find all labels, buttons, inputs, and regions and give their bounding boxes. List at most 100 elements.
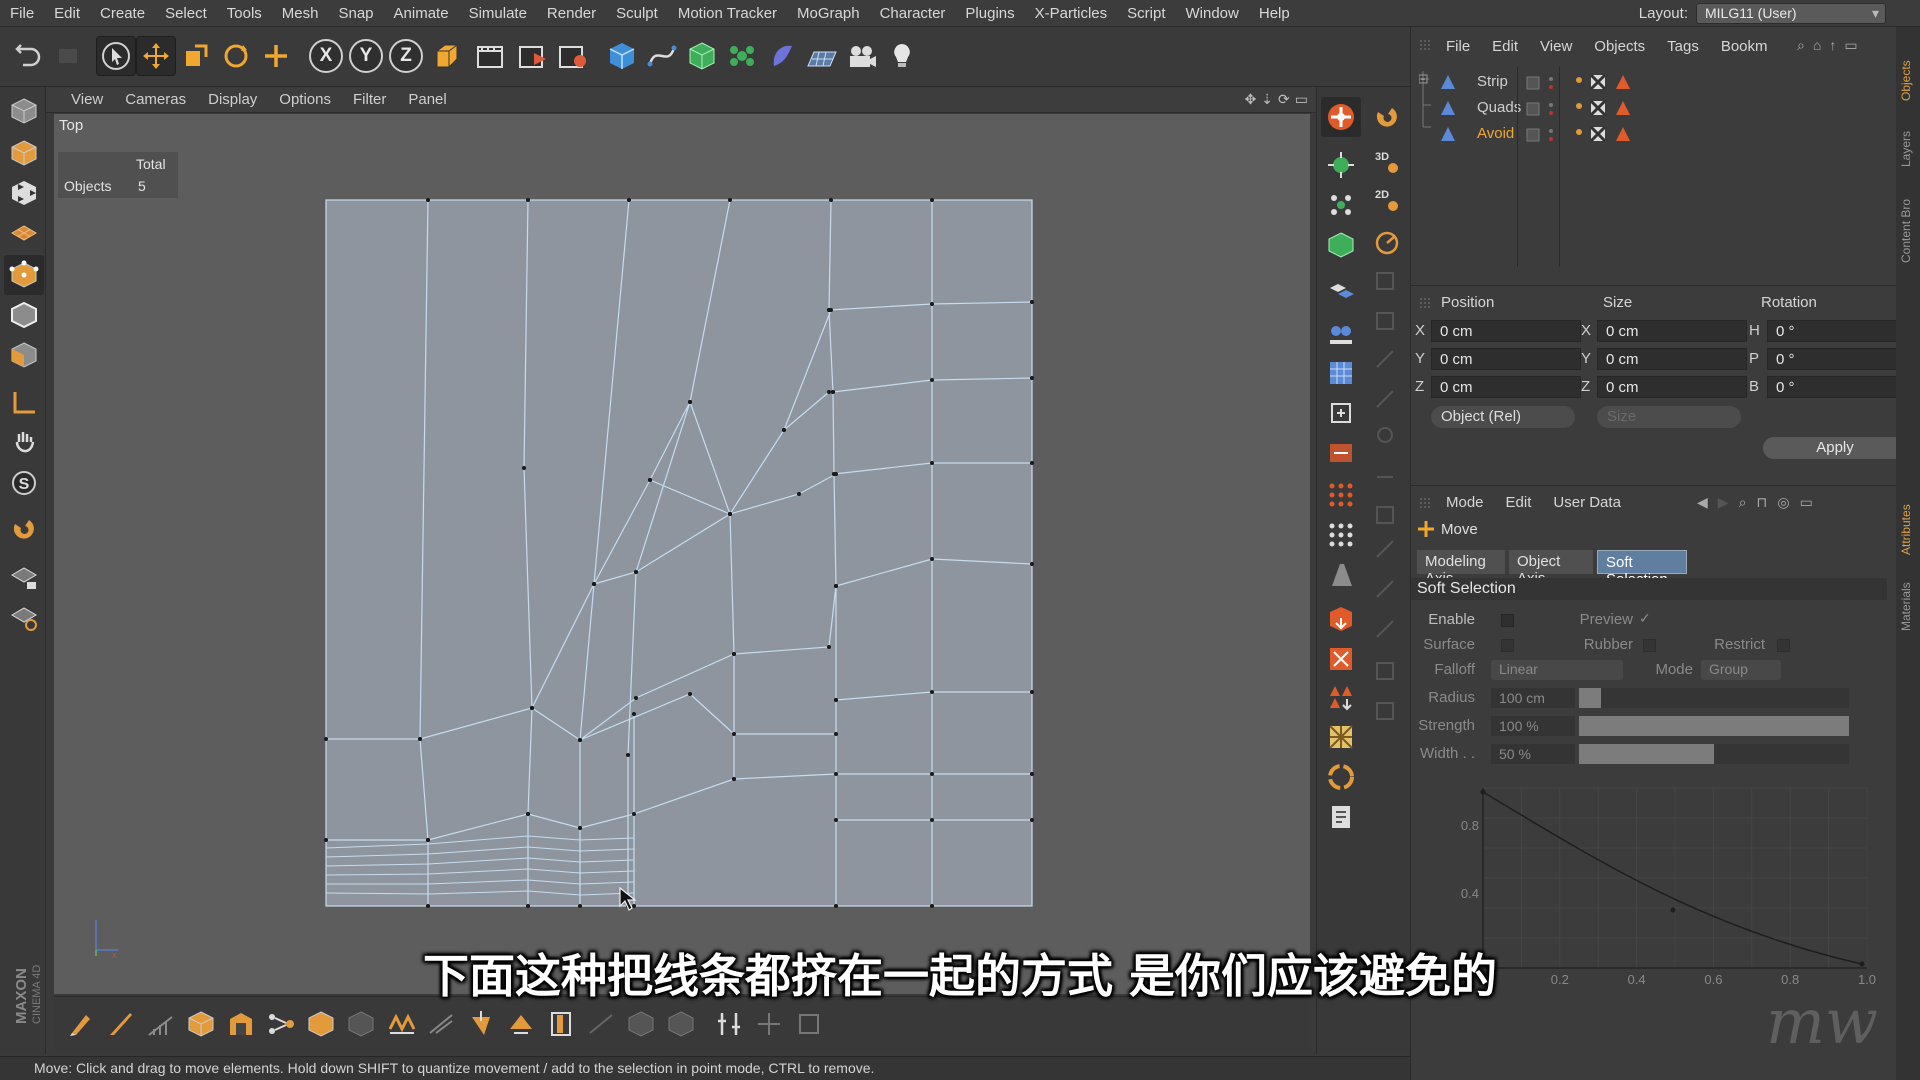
mesh-vertex[interactable] — [732, 777, 736, 781]
render-settings-icon[interactable] — [552, 36, 592, 76]
toggle-view-icon[interactable]: ▭ — [1295, 91, 1308, 108]
mesh-vertex[interactable] — [1030, 300, 1034, 304]
mesh-vertex[interactable] — [1030, 690, 1034, 694]
mesh-vertex[interactable] — [930, 904, 934, 908]
dual-view-icon[interactable] — [1321, 313, 1361, 353]
object-menu-view[interactable]: View — [1529, 38, 1583, 55]
knife-icon[interactable] — [102, 1005, 140, 1043]
tab-modeling-axis[interactable]: Modeling Axis — [1417, 550, 1505, 587]
orbit-icon[interactable]: ⟳ — [1278, 91, 1290, 108]
search-icon[interactable]: ⌕ — [1739, 494, 1747, 511]
mesh-vertex[interactable] — [1030, 772, 1034, 776]
viewport-menu-options[interactable]: Options — [268, 91, 342, 108]
mesh-vertex[interactable] — [930, 818, 934, 822]
triangulate-icon[interactable] — [1321, 677, 1361, 717]
restrict-checkbox[interactable] — [1777, 639, 1790, 652]
mesh-vertex[interactable] — [1030, 818, 1034, 822]
quantize-icon[interactable] — [1367, 223, 1407, 263]
side-tab-materials[interactable]: Materials — [1899, 561, 1917, 631]
mesh-vertex[interactable] — [829, 198, 833, 202]
points-mode-icon[interactable] — [4, 255, 44, 295]
mesh-vertex[interactable] — [526, 198, 530, 202]
new-window-icon[interactable]: ▭ — [1844, 37, 1857, 54]
pos-x-field[interactable]: 0 cm — [1431, 320, 1581, 342]
enable-checkbox[interactable] — [1501, 614, 1514, 627]
object-menu-bookm[interactable]: Bookm — [1710, 38, 1779, 55]
mesh-vertex[interactable] — [526, 812, 530, 816]
scale-tool-icon[interactable] — [176, 36, 216, 76]
snap-2d-icon[interactable]: 2D — [1367, 179, 1407, 219]
menu-motion-tracker[interactable]: Motion Tracker — [668, 5, 787, 22]
smooth-shift-icon[interactable] — [502, 1005, 540, 1043]
menu-x-particles[interactable]: X-Particles — [1025, 5, 1118, 22]
lock-icon[interactable]: ⊓ — [1756, 494, 1767, 511]
texture-mode-icon[interactable] — [4, 173, 44, 213]
attribute-menu-user-data[interactable]: User Data — [1542, 494, 1632, 511]
up-arrow-icon[interactable]: ↑ — [1829, 37, 1836, 54]
mesh-vertex[interactable] — [930, 378, 934, 382]
recycle-icon[interactable] — [1321, 757, 1361, 797]
mesh-vertex[interactable] — [797, 492, 801, 496]
menu-script[interactable]: Script — [1117, 5, 1175, 22]
side-tab-objects[interactable]: Objects — [1899, 41, 1917, 101]
new-window-icon[interactable]: ▭ — [1800, 494, 1813, 511]
polygon-mesh[interactable] — [54, 114, 1310, 994]
frame-selected-icon[interactable] — [1321, 433, 1361, 473]
mesh-vertex[interactable] — [632, 712, 636, 716]
back-arrow-icon[interactable]: ◀ — [1697, 494, 1708, 511]
strength-slider[interactable] — [1579, 716, 1849, 736]
menu-help[interactable]: Help — [1249, 5, 1300, 22]
mesh-vertex[interactable] — [827, 390, 831, 394]
mesh-vertex[interactable] — [578, 738, 582, 742]
coordinate-system-icon[interactable] — [426, 36, 466, 76]
subdivision-surface-icon[interactable] — [682, 36, 722, 76]
weld-icon[interactable] — [262, 1005, 300, 1043]
side-tab-content-browser[interactable]: Content Bro — [1899, 173, 1917, 263]
menu-tools[interactable]: Tools — [217, 5, 272, 22]
mesh-vertex[interactable] — [530, 706, 534, 710]
no-texture-icon[interactable] — [1321, 639, 1361, 679]
point-cloud-icon[interactable] — [1321, 185, 1361, 225]
side-tab-attributes[interactable]: Attributes — [1899, 475, 1917, 555]
mesh-vertex[interactable] — [418, 737, 422, 741]
menu-snap[interactable]: Snap — [328, 5, 383, 22]
magnet-icon[interactable] — [750, 1005, 788, 1043]
menu-simulate[interactable]: Simulate — [459, 5, 537, 22]
menu-edit[interactable]: Edit — [44, 5, 90, 22]
loop-cut-icon[interactable] — [382, 1005, 420, 1043]
mirror-icon[interactable] — [342, 1005, 380, 1043]
mesh-vertex[interactable] — [648, 478, 652, 482]
menu-sculpt[interactable]: Sculpt — [606, 5, 668, 22]
mesh-vertex[interactable] — [578, 904, 582, 908]
instance-icon[interactable] — [1321, 273, 1361, 313]
make-editable-icon[interactable] — [4, 91, 44, 131]
width-field[interactable]: 50 % — [1491, 744, 1575, 764]
mesh-vertex[interactable] — [578, 826, 582, 830]
pos-y-field[interactable]: 0 cm — [1431, 348, 1581, 370]
sculpt-icon[interactable] — [1321, 555, 1361, 595]
size-z-field[interactable]: 0 cm — [1597, 376, 1747, 398]
menu-render[interactable]: Render — [537, 5, 606, 22]
search-icon[interactable]: ⌕ — [1797, 37, 1805, 54]
tab-object-axis[interactable]: Object Axis — [1509, 550, 1593, 587]
curve-point[interactable] — [1670, 907, 1676, 913]
rot-b-field[interactable]: 0 ° — [1767, 376, 1907, 398]
layout-dropdown[interactable]: MILG11 (User) — [1696, 3, 1886, 24]
rot-p-field[interactable]: 0 ° — [1767, 348, 1907, 370]
mesh-vertex[interactable] — [834, 472, 838, 476]
mesh-vertex[interactable] — [930, 302, 934, 306]
script-icon[interactable] — [1321, 797, 1361, 837]
mesh-vertex[interactable] — [426, 838, 430, 842]
mesh-vertex[interactable] — [834, 698, 838, 702]
size-x-field[interactable]: 0 cm — [1597, 320, 1747, 342]
cloner-icon[interactable] — [722, 36, 762, 76]
mesh-vertex[interactable] — [1030, 376, 1034, 380]
menu-mesh[interactable]: Mesh — [272, 5, 329, 22]
vertex-snap-icon[interactable] — [1321, 145, 1361, 185]
material-icon[interactable] — [1321, 599, 1361, 639]
align-normals-icon[interactable] — [710, 1005, 748, 1043]
model-mode-icon[interactable] — [4, 133, 44, 173]
mesh-vertex[interactable] — [930, 772, 934, 776]
mesh-vertex[interactable] — [834, 772, 838, 776]
mesh-vertex[interactable] — [426, 198, 430, 202]
